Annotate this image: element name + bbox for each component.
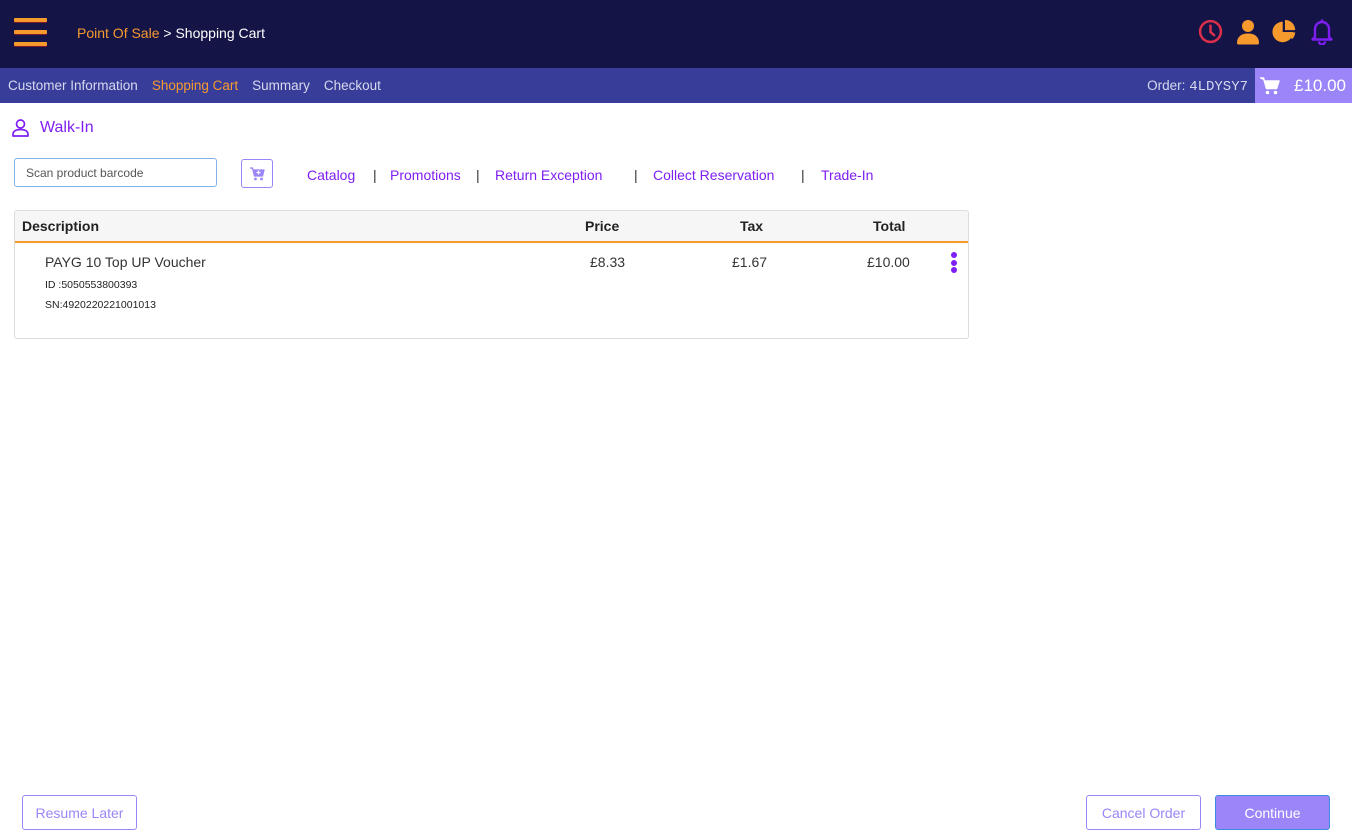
trade-in-link[interactable]: Trade-In [821, 167, 873, 183]
cancel-order-button[interactable]: Cancel Order [1086, 795, 1201, 830]
customer-link[interactable]: Walk-In [12, 119, 94, 137]
item-tax: £1.67 [732, 254, 768, 270]
item-total: £10.00 [867, 254, 910, 270]
add-to-cart-button[interactable] [241, 159, 273, 188]
table-header: Description Price Tax Total [15, 211, 968, 243]
user-outline-icon [12, 119, 29, 137]
divider: | [634, 167, 638, 183]
header-tax: Tax [740, 218, 764, 234]
header-description: Description [22, 218, 100, 234]
header-price: Price [585, 218, 620, 234]
breadcrumb: Point Of Sale > Shopping Cart [77, 25, 265, 41]
tab-customer-information[interactable]: Customer Information [8, 78, 138, 93]
breadcrumb-point-of-sale[interactable]: Point Of Sale [77, 25, 160, 41]
scan-barcode-input[interactable] [14, 158, 217, 187]
tab-checkout[interactable]: Checkout [324, 78, 381, 93]
cart-icon [1260, 76, 1280, 95]
divider: | [476, 167, 480, 183]
breadcrumb-separator: > [159, 25, 176, 41]
more-options-icon[interactable] [950, 252, 958, 276]
promotions-link[interactable]: Promotions [390, 167, 461, 183]
catalog-link[interactable]: Catalog [307, 167, 355, 183]
menu-icon[interactable] [14, 18, 47, 46]
divider: | [801, 167, 805, 183]
order-number: Order: 4LDYSY7 [1147, 68, 1248, 103]
tab-summary[interactable]: Summary [252, 78, 310, 93]
return-exception-link[interactable]: Return Exception [495, 167, 602, 183]
item-id: ID :5050553800393 [45, 279, 138, 291]
item-serial: SN:4920220221001013 [45, 299, 156, 311]
order-id: 4LDYSY7 [1189, 79, 1248, 95]
cart-total-button[interactable]: £10.00 [1255, 68, 1352, 103]
user-icon[interactable] [1235, 18, 1260, 45]
breadcrumb-current: Shopping Cart [175, 25, 265, 41]
table-row: PAYG 10 Top UP Voucher ID :5050553800393… [15, 245, 968, 338]
resume-later-button[interactable]: Resume Later [22, 795, 137, 830]
divider: | [373, 167, 377, 183]
item-price: £8.33 [590, 254, 626, 270]
order-label: Order: [1147, 78, 1186, 93]
bell-icon[interactable] [1309, 18, 1334, 45]
cart-plus-icon [249, 166, 265, 180]
top-bar: Point Of Sale > Shopping Cart [0, 0, 1352, 68]
cart-table: Description Price Tax Total PAYG 10 Top … [14, 210, 969, 339]
tab-shopping-cart[interactable]: Shopping Cart [152, 78, 238, 93]
clock-icon[interactable] [1198, 18, 1223, 45]
item-description: PAYG 10 Top UP Voucher [45, 254, 206, 270]
step-navbar: Customer Information Shopping Cart Summa… [0, 68, 1352, 103]
pie-chart-icon[interactable] [1272, 18, 1297, 45]
collect-reservation-link[interactable]: Collect Reservation [653, 167, 774, 183]
continue-button[interactable]: Continue [1215, 795, 1330, 830]
header-total: Total [873, 218, 906, 234]
cart-total-amount: £10.00 [1294, 75, 1346, 95]
customer-name: Walk-In [40, 119, 94, 136]
